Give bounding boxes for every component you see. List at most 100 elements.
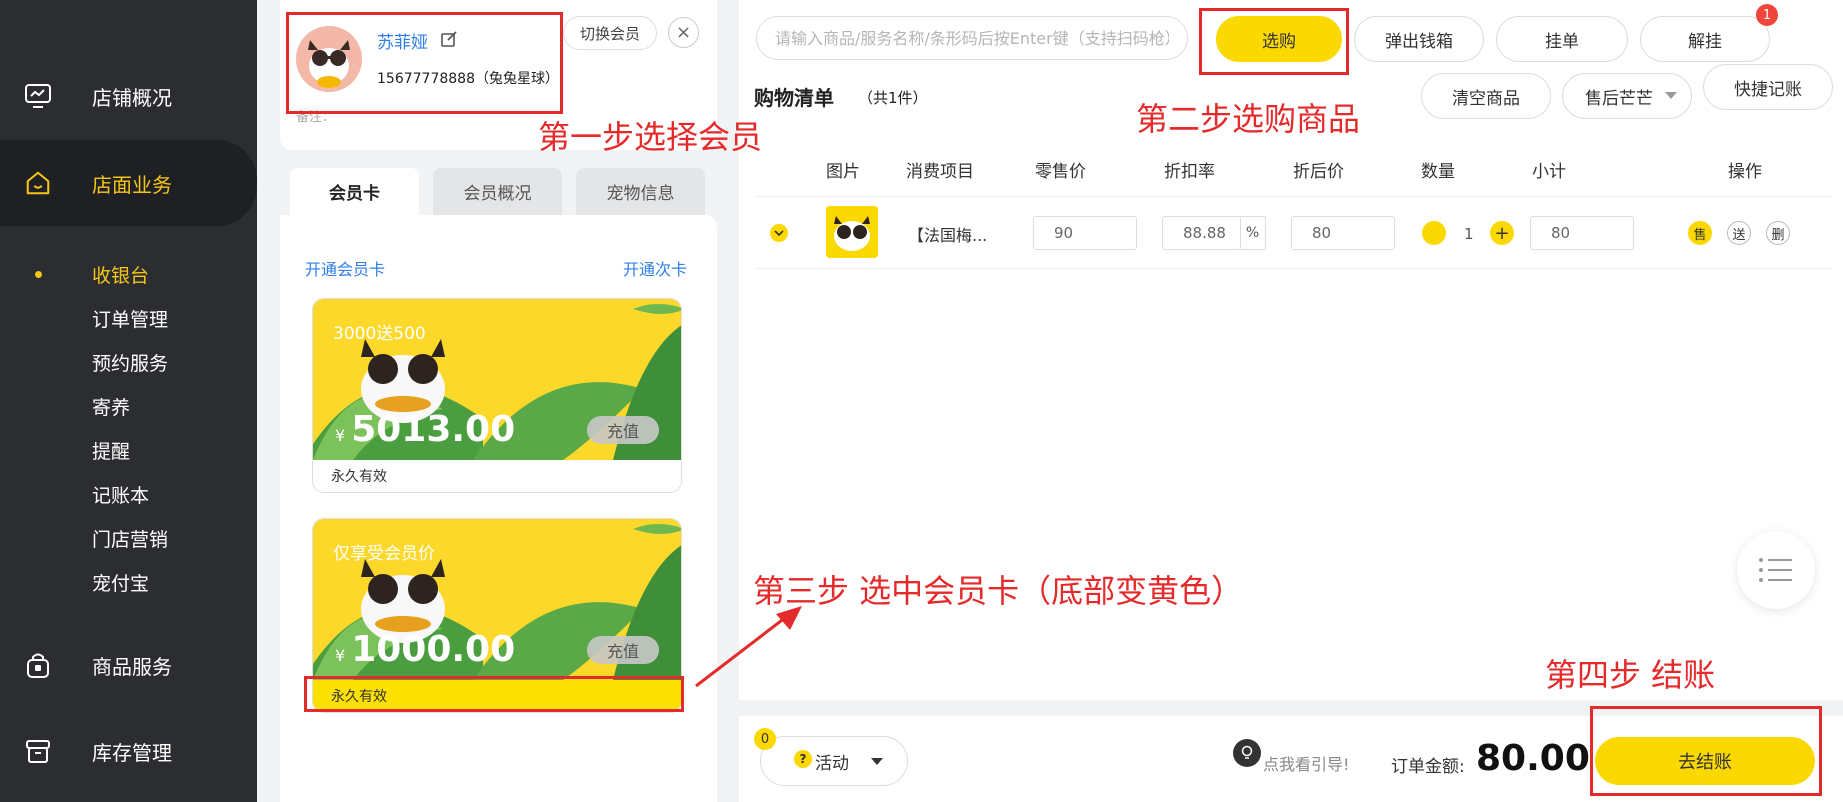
delete-action-button[interactable]: 删	[1766, 221, 1790, 245]
chevron-down-icon	[1665, 92, 1677, 99]
open-member-card-link[interactable]: 开通会员卡	[305, 256, 385, 280]
col-discounted-price: 折后价	[1293, 162, 1344, 182]
decrease-quantity-button[interactable]	[1422, 221, 1446, 245]
sub-nav-cashier[interactable]: 收银台	[0, 252, 257, 296]
plus-icon: +	[1494, 222, 1510, 244]
tab-member-card[interactable]: 会员卡	[290, 168, 419, 215]
activity-count-badge: 0	[754, 728, 776, 750]
discount-input[interactable]	[1162, 216, 1241, 250]
tab-pet-info[interactable]: 宠物信息	[576, 168, 705, 215]
cart-count: （共1件）	[858, 89, 928, 107]
currency-symbol: ¥	[335, 646, 346, 665]
question-icon: ?	[794, 750, 812, 768]
row-divider	[756, 268, 1832, 269]
list-menu-button[interactable]	[1737, 531, 1815, 609]
cash-drawer-button[interactable]: 弹出钱箱	[1354, 16, 1484, 62]
sell-action-button[interactable]: 售	[1688, 221, 1712, 245]
subtotal-input[interactable]	[1530, 216, 1634, 250]
box-icon	[24, 737, 52, 765]
close-icon: ×	[675, 22, 692, 43]
quick-bookkeeping-button[interactable]: 快捷记账	[1703, 64, 1833, 110]
annotation-step3: 第三步 选中会员卡（底部变黄色）	[753, 572, 1244, 610]
col-image: 图片	[826, 162, 860, 182]
expand-row-icon[interactable]	[770, 224, 788, 242]
sub-nav-label: 提醒	[92, 440, 131, 463]
discounted-price-input[interactable]	[1291, 216, 1395, 250]
sub-nav-appointments[interactable]: 预约服务	[0, 340, 257, 384]
annotation-box-checkout	[1590, 706, 1822, 796]
card-validity: 永久有效	[313, 460, 681, 492]
sidebar: 店铺概况 店面业务 收银台 订单管理 预约服务 寄养 提醒 记账本 门店营销 宠…	[0, 0, 257, 802]
nav-inventory-label: 库存管理	[92, 740, 172, 765]
cart-title: 购物清单	[754, 86, 834, 110]
annotation-box-card	[304, 676, 684, 712]
tab-member-overview[interactable]: 会员概况	[433, 168, 562, 215]
sub-nav-orders[interactable]: 订单管理	[0, 296, 257, 340]
product-thumbnail	[826, 206, 878, 258]
retail-price-input[interactable]	[1033, 216, 1137, 250]
col-retail-price: 零售价	[1035, 162, 1086, 182]
nav-inventory[interactable]: 库存管理	[0, 716, 257, 786]
switch-member-button[interactable]: 切换会员	[563, 16, 657, 50]
guide-link[interactable]: 点我看引导!	[1263, 751, 1349, 775]
sub-nav-boarding[interactable]: 寄养	[0, 384, 257, 428]
sub-nav-ledger[interactable]: 记账本	[0, 472, 257, 516]
quantity-value: 1	[1464, 225, 1474, 243]
col-quantity: 数量	[1421, 162, 1455, 182]
recharge-button[interactable]: 充值	[587, 416, 659, 444]
unhold-order-button[interactable]: 解挂	[1640, 16, 1770, 62]
bag-icon	[24, 651, 52, 679]
sub-nav-label: 记账本	[92, 484, 150, 507]
card-name: 3000送500	[333, 324, 426, 344]
card-name: 仅享受会员价	[333, 544, 435, 564]
col-discount: 折扣率	[1164, 162, 1215, 182]
card-artwork: 3000送500 ¥5013.00 充值	[313, 299, 681, 460]
annotation-arrow	[695, 606, 802, 688]
chevron-down-icon	[871, 757, 883, 765]
nav-store-overview[interactable]: 店铺概况	[0, 60, 257, 132]
increase-quantity-button[interactable]: +	[1490, 221, 1514, 245]
annotation-step2: 第二步选购商品	[1136, 100, 1361, 138]
header-divider	[756, 196, 1832, 197]
lightbulb-icon[interactable]	[1233, 739, 1261, 767]
clear-items-button[interactable]: 清空商品	[1421, 73, 1551, 119]
card-balance: ¥1000.00	[335, 629, 515, 670]
card-balance: ¥5013.00	[335, 409, 515, 450]
list-icon	[1759, 558, 1792, 582]
hold-order-button[interactable]: 挂单	[1496, 16, 1628, 62]
percent-suffix: %	[1240, 216, 1266, 250]
col-actions: 操作	[1728, 162, 1762, 182]
order-amount-label: 订单金额:	[1391, 757, 1465, 777]
member-tabs: 会员卡 会员概况 宠物信息	[290, 168, 705, 215]
nav-store-business-label: 店面业务	[92, 172, 172, 197]
after-sales-select[interactable]: 售后芒芒	[1562, 73, 1692, 119]
nav-store-overview-label: 店铺概况	[92, 85, 172, 110]
close-member-button[interactable]: ×	[668, 17, 699, 48]
monitor-chart-icon	[24, 82, 52, 110]
card-artwork: 仅享受会员价 ¥1000.00 充值	[313, 519, 681, 680]
nav-goods-services[interactable]: 商品服务	[0, 630, 257, 700]
annotation-step4: 第四步 结账	[1545, 656, 1716, 694]
sub-nav-petpay[interactable]: 宠付宝	[0, 560, 257, 604]
nav-store-business[interactable]: 店面业务	[0, 140, 257, 226]
after-sales-value: 售后芒芒	[1585, 88, 1653, 109]
currency-symbol: ¥	[335, 426, 346, 445]
member-card[interactable]: 3000送500 ¥5013.00 充值 永久有效	[312, 298, 682, 493]
product-search-input[interactable]	[756, 16, 1188, 60]
order-amount-value: 80.00	[1476, 738, 1590, 779]
activity-dropdown[interactable]: 活动	[760, 736, 908, 786]
sub-nav-label: 寄养	[92, 396, 131, 419]
home-icon	[24, 169, 52, 197]
product-name: 【法国梅...	[908, 226, 988, 245]
open-times-card-link[interactable]: 开通次卡	[623, 256, 687, 280]
card-balance-value: 1000.00	[351, 629, 516, 670]
sub-nav-marketing[interactable]: 门店营销	[0, 516, 257, 560]
recharge-button[interactable]: 充值	[587, 636, 659, 664]
sub-nav-reminders[interactable]: 提醒	[0, 428, 257, 472]
gift-action-button[interactable]: 送	[1727, 221, 1751, 245]
sub-nav-label: 收银台	[92, 264, 150, 287]
nav-goods-label: 商品服务	[92, 654, 172, 679]
minus-icon	[1429, 232, 1439, 234]
sub-nav-label: 订单管理	[92, 308, 169, 331]
col-subtotal: 小计	[1532, 162, 1566, 182]
